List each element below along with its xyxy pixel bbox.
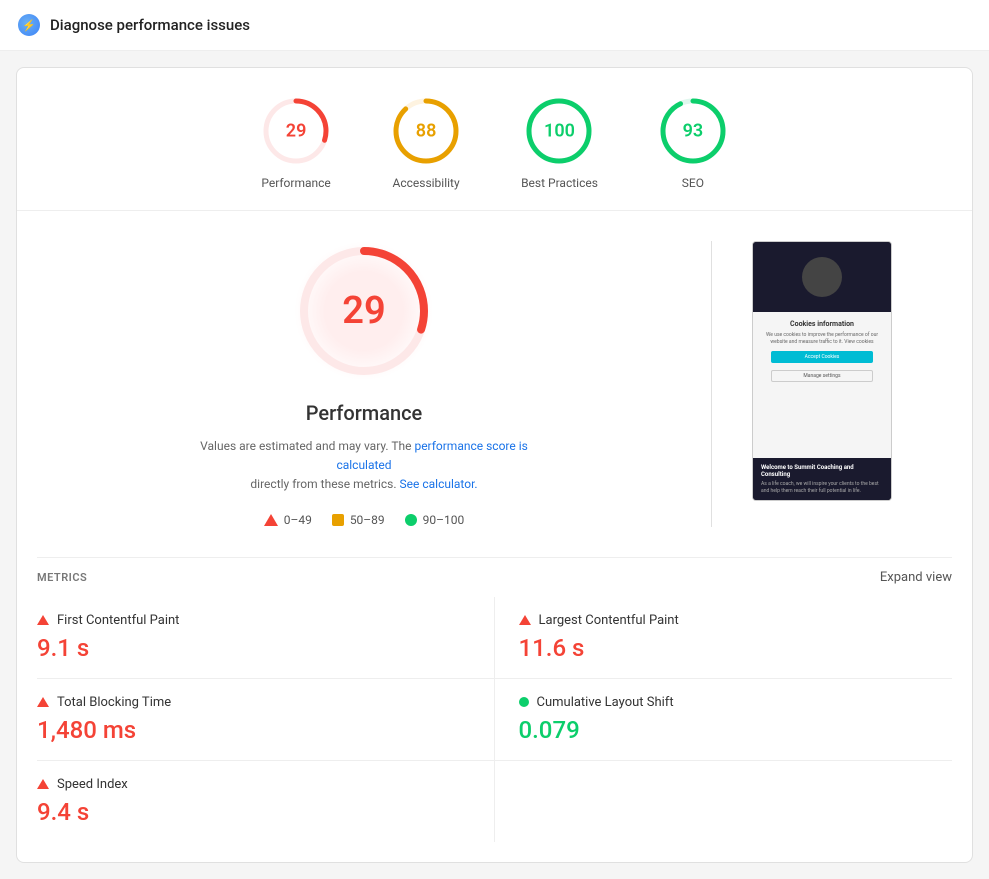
big-score-number: 29 xyxy=(342,289,385,333)
header-title: Diagnose performance issues xyxy=(50,16,250,34)
metric-name-tbt: Total Blocking Time xyxy=(57,695,171,710)
score-label-performance: Performance xyxy=(261,176,330,190)
metrics-header: METRICS Expand view xyxy=(37,557,952,597)
triangle-red-icon-tbt xyxy=(37,697,49,707)
triangle-red-icon-fcp xyxy=(37,615,49,625)
score-circle-performance: 29 xyxy=(261,96,331,166)
score-item-accessibility[interactable]: 88 Accessibility xyxy=(391,96,461,190)
metric-name-cls: Cumulative Layout Shift xyxy=(537,695,674,710)
metric-name-row-cls: Cumulative Layout Shift xyxy=(519,695,953,710)
expand-view-button[interactable]: Expand view xyxy=(880,570,952,585)
legend-item-high: 90–100 xyxy=(405,513,465,527)
desc-middle: directly from these metrics. xyxy=(250,477,396,491)
score-item-seo[interactable]: 93 SEO xyxy=(658,96,728,190)
metric-value-cls: 0.079 xyxy=(519,716,953,744)
header: ⚡ Diagnose performance issues xyxy=(0,0,989,51)
triangle-red-icon-si xyxy=(37,779,49,789)
metrics-section: METRICS Expand view First Contentful Pai… xyxy=(17,557,972,862)
metric-name-row-lcp: Largest Contentful Paint xyxy=(519,613,953,628)
lighthouse-icon: ⚡ xyxy=(18,14,40,36)
metric-name-row-tbt: Total Blocking Time xyxy=(37,695,494,710)
legend-label-mid: 50–89 xyxy=(350,513,385,527)
metric-name-row-fcp: First Contentful Paint xyxy=(37,613,494,628)
legend-label-high: 90–100 xyxy=(423,513,465,527)
screenshot-footer: Welcome to Summit Coaching and Consultin… xyxy=(753,458,891,500)
circle-green-icon xyxy=(405,514,417,526)
modal-body-text: We use cookies to improve the performanc… xyxy=(761,332,883,345)
score-label-seo: SEO xyxy=(682,176,704,190)
person-silhouette xyxy=(802,257,842,297)
metrics-title: METRICS xyxy=(37,571,87,584)
score-item-best-practices[interactable]: 100 Best Practices xyxy=(521,96,598,190)
metric-card-cls: Cumulative Layout Shift 0.079 xyxy=(495,679,953,761)
modal-manage-btn: Manage settings xyxy=(771,370,873,382)
metric-card-fcp: First Contentful Paint 9.1 s xyxy=(37,597,495,679)
score-label-best-practices: Best Practices xyxy=(521,176,598,190)
score-label-accessibility: Accessibility xyxy=(393,176,460,190)
triangle-red-icon xyxy=(264,514,278,526)
screenshot-modal: Cookies information We use cookies to im… xyxy=(753,312,891,458)
legend-item-low: 0–49 xyxy=(264,513,312,527)
metric-value-tbt: 1,480 ms xyxy=(37,716,494,744)
footer-heading-text: Welcome to Summit Coaching and Consultin… xyxy=(761,464,883,478)
metric-name-si: Speed Index xyxy=(57,777,128,792)
metric-value-lcp: 11.6 s xyxy=(519,634,953,662)
big-score-circle: 29 xyxy=(294,241,434,381)
score-circle-accessibility: 88 xyxy=(391,96,461,166)
screenshot-preview: Cookies information We use cookies to im… xyxy=(752,241,892,501)
triangle-red-icon-lcp xyxy=(519,615,531,625)
metric-value-si: 9.4 s xyxy=(37,798,494,826)
metric-name-row-si: Speed Index xyxy=(37,777,494,792)
vertical-divider xyxy=(711,241,712,527)
metric-value-fcp: 9.1 s xyxy=(37,634,494,662)
perf-title: Performance xyxy=(306,401,423,425)
desc-before: Values are estimated and may vary. The xyxy=(200,439,411,453)
screenshot-panel: Cookies information We use cookies to im… xyxy=(752,241,932,527)
score-value-best-practices: 100 xyxy=(544,121,575,142)
perf-description: Values are estimated and may vary. The p… xyxy=(194,437,534,495)
legend: 0–49 50–89 90–100 xyxy=(264,513,465,527)
content-section: 29 Performance Values are estimated and … xyxy=(17,211,972,557)
score-value-accessibility: 88 xyxy=(416,121,437,142)
screenshot-top xyxy=(753,242,891,312)
score-circle-seo: 93 xyxy=(658,96,728,166)
legend-item-mid: 50–89 xyxy=(332,513,385,527)
metric-name-fcp: First Contentful Paint xyxy=(57,613,179,628)
score-value-performance: 29 xyxy=(286,121,307,142)
metric-card-lcp: Largest Contentful Paint 11.6 s xyxy=(495,597,953,679)
metric-name-lcp: Largest Contentful Paint xyxy=(539,613,679,628)
dot-green-icon-cls xyxy=(519,697,529,707)
footer-body-text: As a life coach, we will inspire your cl… xyxy=(761,481,883,494)
modal-accept-btn: Accept Cookies xyxy=(771,351,873,363)
calculator-link[interactable]: See calculator. xyxy=(400,477,478,491)
score-value-seo: 93 xyxy=(683,121,704,142)
score-circle-best-practices: 100 xyxy=(524,96,594,166)
metrics-grid: First Contentful Paint 9.1 s Largest Con… xyxy=(37,597,952,842)
modal-title-text: Cookies information xyxy=(761,320,883,328)
metric-card-tbt: Total Blocking Time 1,480 ms xyxy=(37,679,495,761)
main-card: 29 Performance 88 Accessibility 10 xyxy=(16,67,973,863)
scores-section: 29 Performance 88 Accessibility 10 xyxy=(17,68,972,211)
performance-panel: 29 Performance Values are estimated and … xyxy=(57,241,671,527)
score-item-performance[interactable]: 29 Performance xyxy=(261,96,331,190)
square-orange-icon xyxy=(332,514,344,526)
legend-label-low: 0–49 xyxy=(284,513,312,527)
